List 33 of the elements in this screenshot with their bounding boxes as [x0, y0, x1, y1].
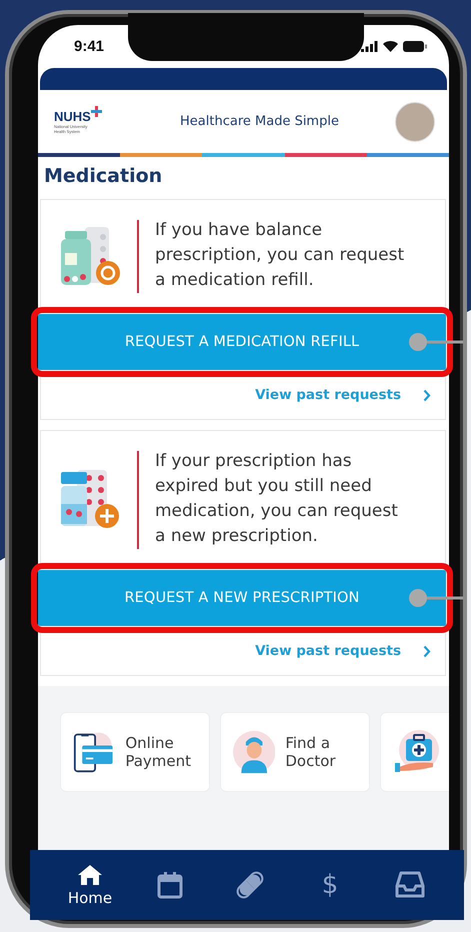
request-button[interactable]: REQUEST A NEW PRESCRIPTION	[38, 570, 446, 626]
quick-link-label: Find a Doctor	[285, 734, 337, 770]
nav-label: Home	[68, 888, 112, 906]
chevron-right-icon[interactable]	[423, 388, 431, 402]
inbox-tray-icon	[395, 871, 425, 899]
doctor-person-icon	[233, 729, 276, 775]
nav-tab[interactable]: $	[290, 871, 370, 899]
status-time: 9:41	[74, 38, 104, 55]
battery-icon	[403, 41, 427, 52]
first-aid-kit-hand-icon	[393, 729, 439, 775]
logo-text: NUHS	[54, 110, 91, 124]
card-description: If you have balance prescription, you can request a medication refill.	[155, 219, 406, 292]
annotation-pointer	[409, 589, 463, 607]
avatar[interactable]	[395, 102, 435, 142]
view-past-requests-link[interactable]: View past requests	[255, 643, 401, 659]
plus-logo-icon	[90, 106, 102, 116]
quick-link-card[interactable]: Find a Doctor	[220, 712, 370, 792]
dollar-sign-icon: $	[322, 871, 338, 899]
wifi-icon	[383, 41, 398, 52]
quick-link-label: Online Payment	[125, 734, 192, 770]
home-icon	[77, 864, 103, 886]
request-button[interactable]: REQUEST A MEDICATION REFILL	[38, 314, 446, 370]
chevron-right-icon[interactable]	[423, 644, 431, 658]
card-description: If your prescription has expired but you still need medication, you can request a new prescription.	[155, 450, 399, 548]
signal-icon	[361, 41, 378, 52]
quick-link-card[interactable]: Online Payment	[60, 712, 210, 792]
pill-icon	[236, 871, 264, 899]
view-past-requests-link[interactable]: View past requests	[255, 387, 401, 403]
page-title: Medication	[43, 164, 164, 189]
nav-tab[interactable]: Home	[50, 864, 130, 906]
app-tagline: Healthcare Made Simple	[179, 114, 340, 129]
annotation-pointer	[409, 333, 463, 351]
calendar-icon	[157, 871, 183, 899]
